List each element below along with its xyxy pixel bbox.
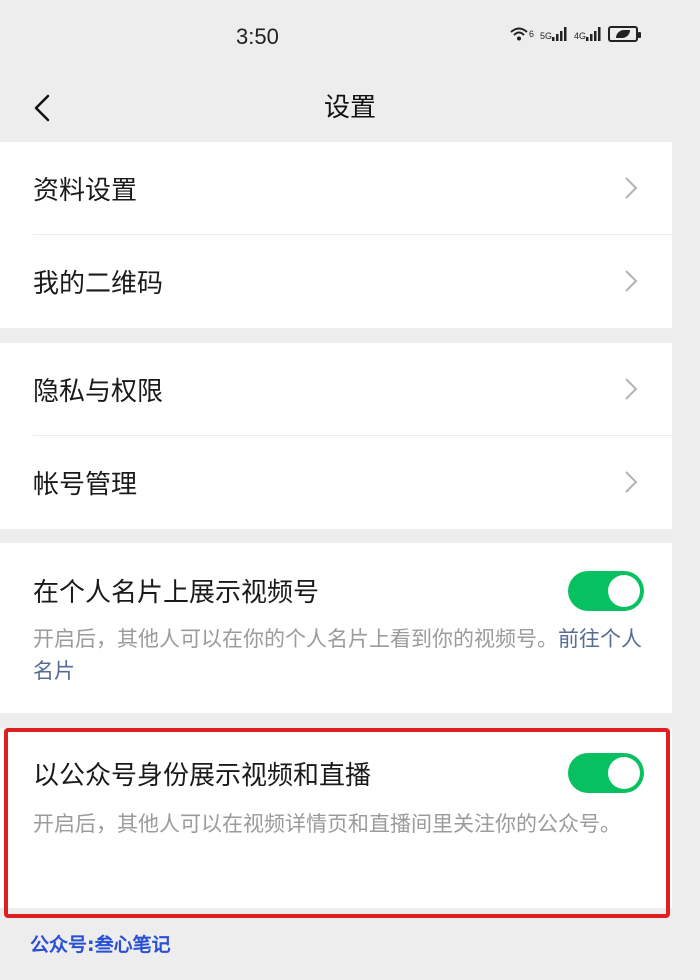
toggle-knob [608, 575, 640, 607]
settings-group-account: 隐私与权限 帐号管理 [0, 343, 672, 529]
toggle-section-card: 在个人名片上展示视频号 开启后，其他人可以在你的个人名片上看到你的视频号。前往个… [0, 543, 672, 713]
toggle-label: 在个人名片上展示视频号 [33, 578, 320, 608]
leaf-icon [616, 30, 630, 38]
settings-row-account[interactable]: 帐号管理 [0, 436, 672, 529]
wifi-label: 6 [528, 29, 534, 39]
wifi-icon: 6 [509, 26, 534, 42]
settings-row-privacy[interactable]: 隐私与权限 [0, 343, 672, 436]
toggle-description: 开启后，其他人可以在你的个人名片上看到你的视频号。前往个人名片 [33, 623, 648, 687]
signal-5g-label: 5G [539, 31, 552, 41]
signal-4g-icon: 4G [574, 27, 602, 41]
signal-4g-label: 4G [573, 31, 586, 41]
settings-row-label: 隐私与权限 [33, 377, 164, 407]
description-text: 开启后，其他人可以在你的个人名片上看到你的视频号。 [33, 627, 558, 651]
settings-row-label: 我的二维码 [33, 269, 164, 299]
watermark-text: 公众号:叁心笔记 [30, 934, 171, 956]
settings-row-profile[interactable]: 资料设置 [0, 142, 672, 235]
status-icons: 6 5G 4G [509, 26, 641, 42]
page-title: 设置 [323, 93, 376, 123]
status-time: 3:50 [236, 24, 279, 49]
settings-row-label: 资料设置 [33, 176, 138, 206]
signal-5g-icon: 5G [540, 27, 568, 41]
settings-group-profile: 资料设置 我的二维码 [0, 142, 672, 328]
nav-bar: 设置 [0, 78, 700, 140]
chevron-right-icon [624, 469, 638, 495]
settings-row-qrcode[interactable]: 我的二维码 [0, 235, 672, 328]
chevron-right-icon [624, 175, 638, 201]
status-bar: 3:50 6 5G 4G [0, 0, 700, 78]
chevron-right-icon [624, 268, 638, 294]
battery-icon [608, 26, 641, 42]
highlight-box [4, 728, 670, 918]
toggle-switch-card-channels[interactable] [568, 571, 644, 611]
chevron-right-icon [624, 376, 638, 402]
settings-row-label: 帐号管理 [33, 470, 138, 500]
